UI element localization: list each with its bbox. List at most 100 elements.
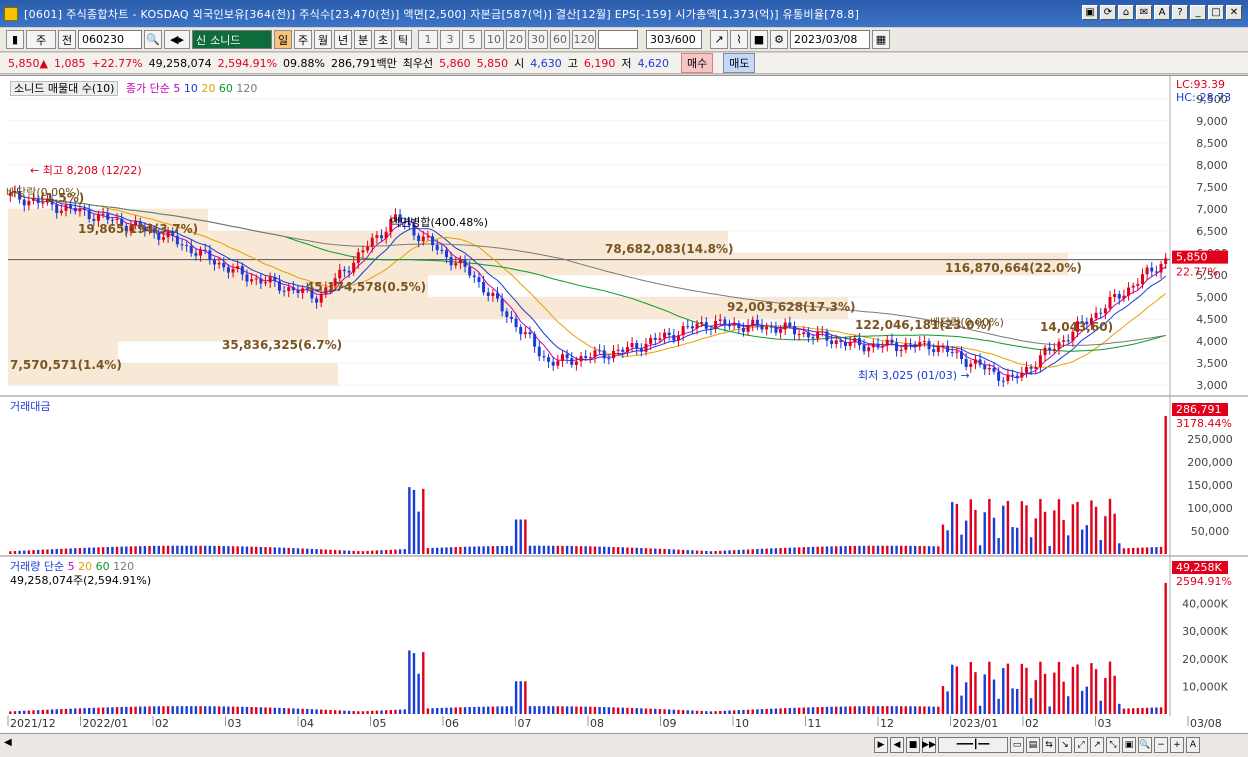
- buy-button[interactable]: 매수: [680, 53, 714, 73]
- amount-bar: [338, 550, 341, 554]
- volume-bar: [621, 707, 624, 714]
- speaker-icon[interactable]: ◀▸: [164, 30, 190, 49]
- save-icon[interactable]: ■: [750, 30, 768, 49]
- amount-bar: [36, 549, 40, 554]
- play-icon[interactable]: ▶: [874, 737, 888, 753]
- period-day[interactable]: 일: [274, 30, 292, 49]
- amount-bar: [1099, 540, 1102, 554]
- chart-svg[interactable]: 9,5009,0008,5008,0007,5007,0006,5006,000…: [0, 76, 1248, 734]
- amount-bar: [709, 551, 713, 554]
- volume-bar: [1127, 708, 1130, 714]
- prev-button[interactable]: 전: [58, 30, 76, 49]
- period-month[interactable]: 월: [314, 30, 332, 49]
- preset-20[interactable]: 20: [506, 30, 526, 49]
- stock-code-input[interactable]: 060230: [78, 30, 142, 49]
- preset-30[interactable]: 30: [528, 30, 548, 49]
- minus-icon[interactable]: −: [1154, 737, 1168, 753]
- volume-bar: [389, 709, 392, 714]
- amount-tick: 250,000: [1187, 433, 1233, 446]
- amount-bar: [315, 549, 318, 554]
- count-field[interactable]: 303 /600: [646, 30, 702, 49]
- plus-icon[interactable]: +: [1170, 737, 1184, 753]
- date-field[interactable]: 2023/03/08: [790, 30, 870, 49]
- market-select[interactable]: 주: [26, 30, 56, 49]
- amount-bar: [881, 545, 884, 554]
- volume-bar: [946, 691, 949, 714]
- amount-bar: [1029, 537, 1033, 554]
- period-minute[interactable]: 분: [354, 30, 372, 49]
- period-second[interactable]: 초: [374, 30, 392, 49]
- fast-forward-icon[interactable]: ▶▶: [922, 737, 936, 753]
- amount-bar: [505, 545, 508, 554]
- crop-icon[interactable]: ▣: [1122, 737, 1136, 753]
- candle-body: [83, 208, 87, 211]
- calendar-icon[interactable]: ▦: [872, 30, 890, 49]
- minimize-button[interactable]: _: [1190, 5, 1206, 20]
- sell-button[interactable]: 매도: [723, 53, 756, 73]
- candle-body: [899, 349, 903, 352]
- search-icon[interactable]: 🔍: [144, 30, 162, 49]
- panel-icon[interactable]: ▭: [1010, 737, 1024, 753]
- period-tick[interactable]: 틱: [394, 30, 412, 49]
- help-icon[interactable]: ?: [1172, 5, 1188, 20]
- volume-bar: [719, 710, 722, 714]
- preset-60[interactable]: 60: [550, 30, 570, 49]
- candle-body: [435, 245, 439, 250]
- settings-icon[interactable]: ⚙: [770, 30, 788, 49]
- preset-10[interactable]: 10: [484, 30, 504, 49]
- volume-bar: [1155, 707, 1158, 714]
- preset-120[interactable]: 120: [572, 30, 596, 49]
- chart-tool-icon[interactable]: ⌇: [730, 30, 748, 49]
- candle-body: [1057, 341, 1061, 349]
- preset-1[interactable]: 1: [418, 30, 438, 49]
- stock-name-field[interactable]: 신 소니드: [192, 30, 272, 49]
- chart-type-icon[interactable]: ▮: [6, 30, 24, 49]
- font-icon[interactable]: A: [1154, 5, 1170, 20]
- font-size-icon[interactable]: A: [1186, 737, 1200, 753]
- amount-bar: [463, 546, 467, 554]
- candle-body: [59, 210, 63, 213]
- period-week[interactable]: 주: [294, 30, 312, 49]
- line-tool-icon[interactable]: ↗: [710, 30, 728, 49]
- link-icon[interactable]: ▣: [1082, 5, 1098, 20]
- back-icon[interactable]: ◀: [890, 737, 904, 753]
- high-label: 고: [567, 57, 578, 70]
- amount-bar: [278, 547, 281, 554]
- mail-icon[interactable]: ✉: [1136, 5, 1152, 20]
- layout-icon[interactable]: ▤: [1026, 737, 1040, 753]
- arrange-icon[interactable]: ⇆: [1042, 737, 1056, 753]
- volume-bar: [723, 710, 727, 714]
- zoom-in-icon[interactable]: 🔍: [1138, 737, 1152, 753]
- volume-bar: [264, 707, 267, 714]
- candle-body: [509, 316, 513, 319]
- amount-bar: [64, 548, 68, 554]
- period-year[interactable]: 년: [334, 30, 352, 49]
- volume-bar: [547, 706, 550, 714]
- volume-bar: [496, 706, 499, 714]
- scroll-left-icon[interactable]: ◀: [4, 737, 16, 753]
- amount-bar: [774, 548, 778, 554]
- price-tick: 7,500: [1196, 181, 1228, 194]
- fit-icon[interactable]: ⤢: [1074, 737, 1088, 753]
- amount-bar: [171, 545, 174, 554]
- volume-profile-label: 35,836,325(6.7%): [222, 338, 342, 352]
- stop-icon[interactable]: ■: [906, 737, 920, 753]
- maximize-button[interactable]: □: [1208, 5, 1224, 20]
- count-max: /600: [671, 33, 696, 46]
- home-icon[interactable]: ⌂: [1118, 5, 1134, 20]
- trend-icon[interactable]: ↘: [1058, 737, 1072, 753]
- volume-bar: [616, 707, 620, 714]
- preset-5[interactable]: 5: [462, 30, 482, 49]
- amount-bar: [593, 546, 597, 554]
- chart-area[interactable]: 9,5009,0008,5008,0007,5007,0006,5006,000…: [0, 75, 1248, 733]
- indicator-icon[interactable]: ↗: [1090, 737, 1104, 753]
- price-ma-label: 종가 단순: [125, 82, 170, 95]
- volume-bar: [640, 708, 643, 714]
- zoom-slider[interactable]: ━━━┃━━: [938, 737, 1008, 753]
- pattern-icon[interactable]: ⤡: [1106, 737, 1120, 753]
- close-button[interactable]: ✕: [1226, 5, 1242, 20]
- refresh-icon[interactable]: ⟳: [1100, 5, 1116, 20]
- preset-3[interactable]: 3: [440, 30, 460, 49]
- volume-bar: [561, 706, 564, 714]
- custom-period-input[interactable]: [598, 30, 638, 49]
